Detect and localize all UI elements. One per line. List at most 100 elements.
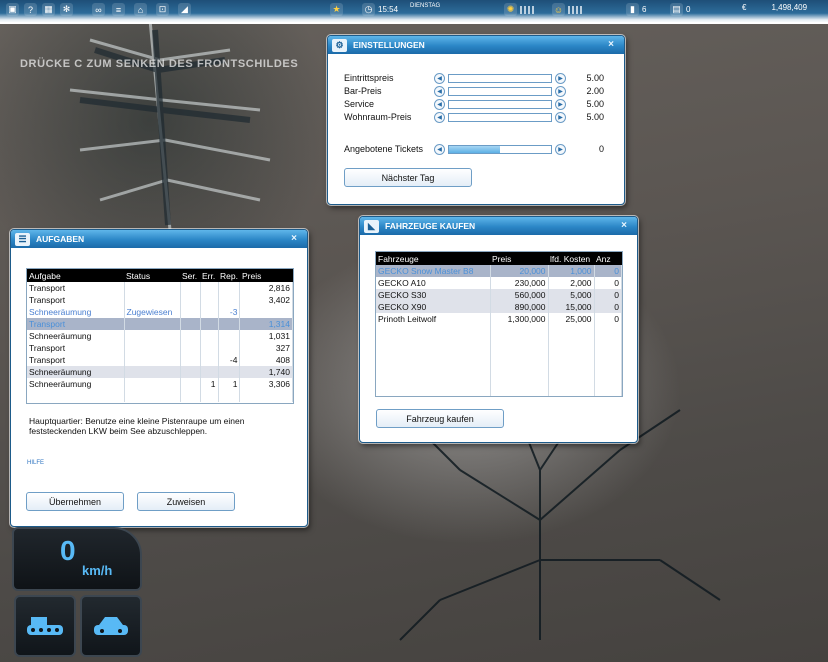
clock-display: ◷ 15:54 [362,3,398,16]
tickets-decrease-icon[interactable]: ◀ [434,143,445,155]
task-cell-task: Schneeräumung [27,330,125,342]
setting-slider[interactable] [448,99,552,109]
vehicle-row[interactable]: GECKO A10 230,000 2,000 0 [376,277,622,289]
tickets-value: 0 [598,144,604,154]
task-cell-err [200,354,219,366]
tasks-column-header[interactable]: Preis [239,269,293,282]
tickets-row: Angebotene Tickets ◀ ▶ 0 [344,143,606,155]
buy-vehicles-titlebar[interactable]: ◣ Fahrzeuge kaufen [360,217,637,235]
increase-arrow-icon[interactable]: ▶ [555,98,566,110]
decrease-arrow-icon[interactable]: ◀ [434,111,445,123]
task-cell-status [124,366,181,378]
task-row[interactable]: Transport 2,816 [27,282,293,294]
buy-vehicle-button[interactable]: Fahrzeug kaufen [376,409,504,428]
assign-button[interactable]: Zuweisen [137,492,235,511]
snowflake-icon[interactable]: ✻ [60,3,73,16]
settings-title: Einstellungen [353,40,425,50]
next-day-button[interactable]: Nächster Tag [344,168,472,187]
task-cell-rep: 1 [218,378,241,390]
buy-vehicles-close-icon[interactable]: × [621,220,627,231]
task-cell-status [124,330,181,342]
vehicles-column-header[interactable]: Fahrzeuge [376,252,490,265]
star-icon[interactable]: ★ [330,3,343,16]
vehicle-row-empty [376,349,622,361]
snowcat-select-button[interactable] [14,595,76,657]
weather-indicator[interactable]: ✺ [504,3,534,16]
task-cell-ser [180,318,201,330]
tasks-close-icon[interactable]: × [291,233,297,244]
vehicle-row[interactable]: Prinoth Leitwolf 1,300,000 25,000 0 [376,313,622,325]
vehicles-column-header[interactable]: lfd. Kosten [548,252,594,265]
increase-arrow-icon[interactable]: ▶ [555,72,566,84]
task-cell-err: 1 [200,378,219,390]
decrease-arrow-icon[interactable]: ◀ [434,85,445,97]
vehicle-cell-cost: 1,000 [548,265,595,277]
shop-icon[interactable]: ⌂ [134,3,147,16]
building-icon: ▤ [670,3,683,16]
vehicle-row[interactable]: GECKO S30 560,000 5,000 0 [376,289,622,301]
task-row[interactable]: Transport 1,314 [27,318,293,330]
tickets-slider[interactable] [448,144,552,154]
task-row[interactable]: Schneeräumung 1,740 [27,366,293,378]
tasks-column-header[interactable]: Rep. [218,269,240,282]
task-cell-status [124,282,181,294]
task-description: Hauptquartier: Benutze eine kleine Piste… [29,416,245,436]
key-hint: DRÜCKE C ZUM SENKEN DES FRONTSCHILDES [20,58,299,70]
list-icon[interactable]: ≡ [112,3,125,16]
tasks-column-header[interactable]: Status [124,269,180,282]
settings-titlebar[interactable]: ⚙ Einstellungen [328,36,624,54]
vehicle-cell-name: GECKO A10 [376,277,491,289]
settings-close-icon[interactable]: × [608,39,614,50]
setting-slider[interactable] [448,86,552,96]
task-cell-err [200,330,219,342]
tasks-window: ☰ Aufgaben × Aufgabe Status Ser. Err. Rep. Pr… [10,229,308,527]
tasks-column-header[interactable]: Aufgabe [27,269,124,282]
cart-icon[interactable]: ⊡ [156,3,169,16]
task-cell-price: 3,306 [239,378,293,390]
task-cell-ser [180,306,201,318]
gift-icon[interactable]: ▣ [6,3,19,16]
vehicles-column-header[interactable]: Anz [594,252,622,265]
task-cell-err [200,294,219,306]
smiley-icon: ☺ [552,3,565,16]
accept-button[interactable]: Übernehmen [26,492,124,511]
vehicle-cell-name: GECKO X90 [376,301,491,313]
task-row[interactable]: Schneeräumung 1 1 3,306 [27,378,293,390]
vehicle-select-button[interactable] [80,595,142,657]
task-row[interactable]: Transport 327 [27,342,293,354]
increase-arrow-icon[interactable]: ▶ [555,111,566,123]
task-row[interactable]: Transport -4 408 [27,354,293,366]
task-row[interactable]: Schneeräumung Zugewiesen -3 [27,306,293,318]
money-display: € 1,498,409 [742,3,808,12]
setting-slider[interactable] [448,73,552,83]
increase-arrow-icon[interactable]: ▶ [555,85,566,97]
snowcat-icon[interactable]: ◢ [178,3,191,16]
task-row[interactable]: Transport 3,402 [27,294,293,306]
binoculars-icon[interactable]: ∞ [92,3,105,16]
vehicles-table-frame: Fahrzeuge Preis lfd. Kosten Anz GECKO Snow … [375,251,623,397]
setting-row: Eintrittspreis ◀ ▶ 5.00 [344,72,606,84]
tasks-column-header[interactable]: Ser. [180,269,200,282]
vehicle-row[interactable]: GECKO Snow Master B8 20,000 1,000 0 [376,265,622,277]
tasks-column-header[interactable]: Err. [200,269,218,282]
help-icon[interactable]: ? [24,3,37,16]
task-row[interactable]: Schneeräumung 1,031 [27,330,293,342]
task-cell-rep [218,318,241,330]
vehicle-cell-count: 0 [594,265,622,277]
tasks-titlebar[interactable]: ☰ Aufgaben [11,230,307,248]
tickets-increase-icon[interactable]: ▶ [555,143,566,155]
setting-slider[interactable] [448,112,552,122]
vehicle-cell-cost: 5,000 [548,289,595,301]
satisfaction-indicator[interactable]: ☺ [552,3,582,16]
help-link[interactable]: HILFE [27,460,44,466]
sun-icon: ✺ [504,3,517,16]
vehicles-column-header[interactable]: Preis [490,252,548,265]
vehicle-row[interactable]: GECKO X90 890,000 15,000 0 [376,301,622,313]
decrease-arrow-icon[interactable]: ◀ [434,72,445,84]
vehicle-cell-price: 890,000 [490,301,549,313]
task-cell-rep: -4 [218,354,241,366]
grid-icon[interactable]: ▦ [42,3,55,16]
vehicle-icon [94,617,128,635]
task-cell-task: Transport [27,282,125,294]
decrease-arrow-icon[interactable]: ◀ [434,98,445,110]
